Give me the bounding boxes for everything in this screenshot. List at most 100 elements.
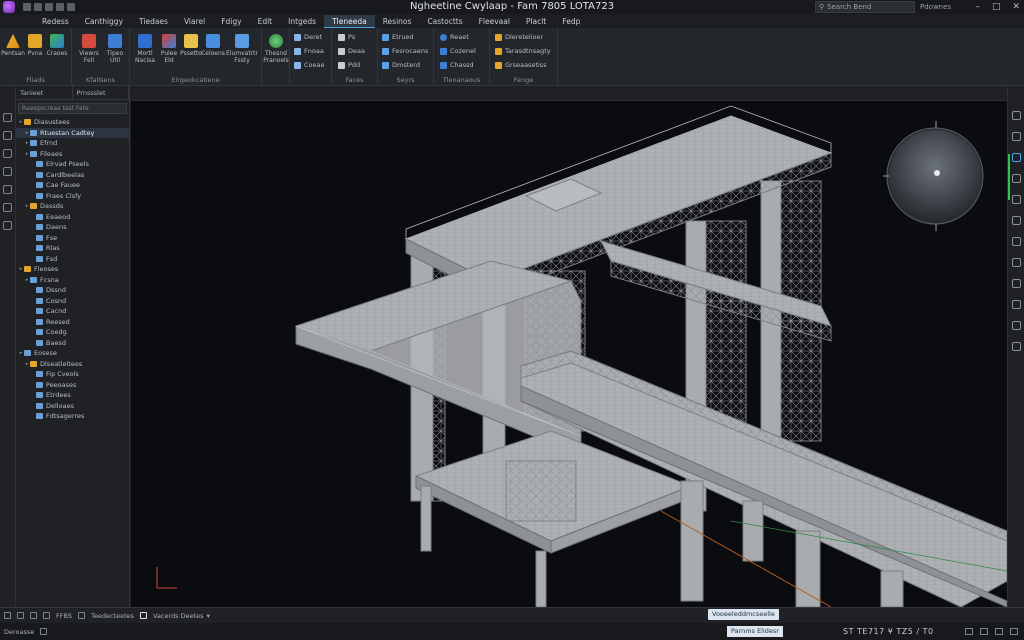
notes-icon[interactable]: [1011, 279, 1021, 288]
snap-toggle-icon[interactable]: [17, 612, 24, 619]
tarasdtnsagty-button[interactable]: Tarasdtnsagty: [495, 47, 551, 55]
tree-item[interactable]: ▸ Rtuestan Cadtey: [16, 127, 129, 138]
grid-toggle-icon[interactable]: [4, 612, 11, 619]
help-icon[interactable]: [1011, 111, 1021, 120]
status-item-vacerds[interactable]: Vacerds Deetes ▾: [153, 612, 210, 620]
tree-item[interactable]: Cacnd: [16, 306, 129, 317]
selection-toggle-icon[interactable]: [140, 612, 147, 619]
menu-tab[interactable]: Tleneeda: [324, 14, 375, 28]
tree-item[interactable]: Fip Cveols: [16, 369, 129, 380]
maximize-button[interactable]: □: [992, 2, 1001, 12]
thesnd-pranoels-button[interactable]: Thesnd Pranoels: [263, 34, 289, 64]
panel-search-input[interactable]: Raeepscreaa tast Fate: [18, 103, 127, 114]
fnoaa-button[interactable]: Fnoaa: [294, 47, 324, 55]
open-file-icon[interactable]: [34, 3, 42, 11]
menu-tab[interactable]: Intgeds: [280, 15, 324, 28]
menu-tab[interactable]: Resinos: [375, 15, 420, 28]
tree-item[interactable]: ▸ Dlseatleltees: [16, 359, 129, 370]
orbit-icon[interactable]: [1011, 237, 1021, 246]
status-item-ffbs[interactable]: FFBS: [56, 612, 72, 620]
workspace-icon[interactable]: [965, 628, 973, 635]
deret-button[interactable]: Deret: [294, 33, 322, 41]
tree-item[interactable]: Elrvad Pseels: [16, 159, 129, 170]
gear-icon[interactable]: [40, 628, 48, 635]
panel-tab-properties[interactable]: Prnssslet: [73, 86, 129, 99]
stack-tool-icon[interactable]: [3, 221, 12, 230]
new-file-icon[interactable]: [23, 3, 31, 11]
menu-tab[interactable]: Viarel: [176, 15, 213, 28]
fesrocaens-button[interactable]: Fesrocaens: [382, 47, 428, 55]
search-input[interactable]: ⚲ Search Bend: [815, 1, 915, 13]
menu-tab[interactable]: Edlt: [250, 15, 281, 28]
menu-tab[interactable]: Placlt: [518, 15, 554, 28]
customize-icon[interactable]: [1010, 628, 1018, 635]
coeae-button[interactable]: Coeae: [294, 61, 325, 69]
hand-tool-icon[interactable]: [3, 167, 12, 176]
chassd-button[interactable]: Chassd: [440, 61, 474, 69]
pencil-tool-icon[interactable]: [3, 131, 12, 140]
tree-item[interactable]: Cae Fauee: [16, 180, 129, 191]
undo-icon[interactable]: [56, 3, 64, 11]
tree-item[interactable]: Coedg: [16, 327, 129, 338]
render-icon[interactable]: [1011, 321, 1021, 330]
tree-item[interactable]: Rlas: [16, 243, 129, 254]
fullscreen-icon[interactable]: [995, 628, 1003, 635]
tree-item[interactable]: Peeoases: [16, 380, 129, 391]
reaet-button[interactable]: Reaet: [440, 33, 469, 41]
menu-tab[interactable]: Tiedaes: [131, 15, 176, 28]
layer-icon[interactable]: [1011, 300, 1021, 309]
tree-item[interactable]: Fse: [16, 233, 129, 244]
etrued-button[interactable]: Etrued: [382, 33, 414, 41]
select-tool-icon[interactable]: [3, 113, 12, 122]
tree-item[interactable]: Fsd: [16, 254, 129, 265]
section-icon[interactable]: [1011, 258, 1021, 267]
tree-item[interactable]: ▸ Diasustees: [16, 117, 129, 128]
user-account[interactable]: Pdownes: [920, 1, 975, 13]
settings-icon[interactable]: [1011, 132, 1021, 141]
elumvatrtr-fssty-button[interactable]: Elumvatrtr Fssty: [224, 34, 260, 64]
tree-item[interactable]: Eeaeod: [16, 212, 129, 223]
osnap-toggle-icon[interactable]: [77, 612, 85, 619]
app-logo-icon[interactable]: [3, 1, 15, 13]
pan-icon[interactable]: [1011, 195, 1021, 204]
tree-item[interactable]: ▸ Dassds: [16, 201, 129, 212]
panel-tab-model[interactable]: Tanieet: [16, 86, 73, 99]
navigation-compass[interactable]: [883, 121, 984, 231]
redo-icon[interactable]: [67, 3, 75, 11]
tree-item[interactable]: ▸ Fleoses: [16, 264, 129, 275]
view-tool-icon[interactable]: [1011, 153, 1021, 162]
dmsterd-button[interactable]: Dmsterd: [382, 61, 420, 69]
cozenel-button[interactable]: Cozenel: [440, 47, 476, 55]
3d-viewport[interactable]: [131, 101, 1007, 607]
tree-item[interactable]: Cosnd: [16, 296, 129, 307]
layers-tool-icon[interactable]: [3, 149, 12, 158]
zoom-icon[interactable]: [1011, 216, 1021, 225]
tree-item[interactable]: ▸ Efrnd: [16, 138, 129, 149]
polar-toggle-icon[interactable]: [43, 612, 50, 619]
tree-item[interactable]: Etrdees: [16, 390, 129, 401]
filter-tool-icon[interactable]: [3, 185, 12, 194]
status-item-teedecteetes[interactable]: Teedecteetes: [91, 612, 134, 620]
close-button[interactable]: ✕: [1012, 2, 1020, 12]
menu-tab[interactable]: Fedp: [554, 15, 588, 28]
pdd-button[interactable]: Pdd: [338, 61, 360, 69]
tree-item[interactable]: Cardlbeelas: [16, 170, 129, 181]
save-icon[interactable]: [45, 3, 53, 11]
tree-item[interactable]: Delloaes: [16, 401, 129, 412]
viewrs-fell-button[interactable]: Viewrs Fell: [76, 34, 102, 64]
tree-item[interactable]: Fdtsagerres: [16, 411, 129, 422]
celoens-button[interactable]: Celoens: [200, 34, 226, 57]
tree-item[interactable]: ▸ Fcsna: [16, 275, 129, 286]
annotation-icon[interactable]: [980, 628, 988, 635]
deaa-button[interactable]: Deaa: [338, 47, 365, 55]
dleretelioer-button[interactable]: Dleretelioer: [495, 33, 543, 41]
menu-tab[interactable]: Canthiggy: [77, 15, 131, 28]
tree-item[interactable]: Baesd: [16, 338, 129, 349]
tree-item[interactable]: ▸ Eosese: [16, 348, 129, 359]
minimize-button[interactable]: –: [975, 2, 980, 12]
menu-tab[interactable]: Redess: [34, 15, 77, 28]
tree-item[interactable]: Fraes Clsfy: [16, 191, 129, 202]
grseaasetiss-button[interactable]: Grseaasetiss: [495, 61, 547, 69]
tree-item[interactable]: ▸ Fileaes: [16, 149, 129, 160]
ps-button[interactable]: Ps: [338, 33, 355, 41]
